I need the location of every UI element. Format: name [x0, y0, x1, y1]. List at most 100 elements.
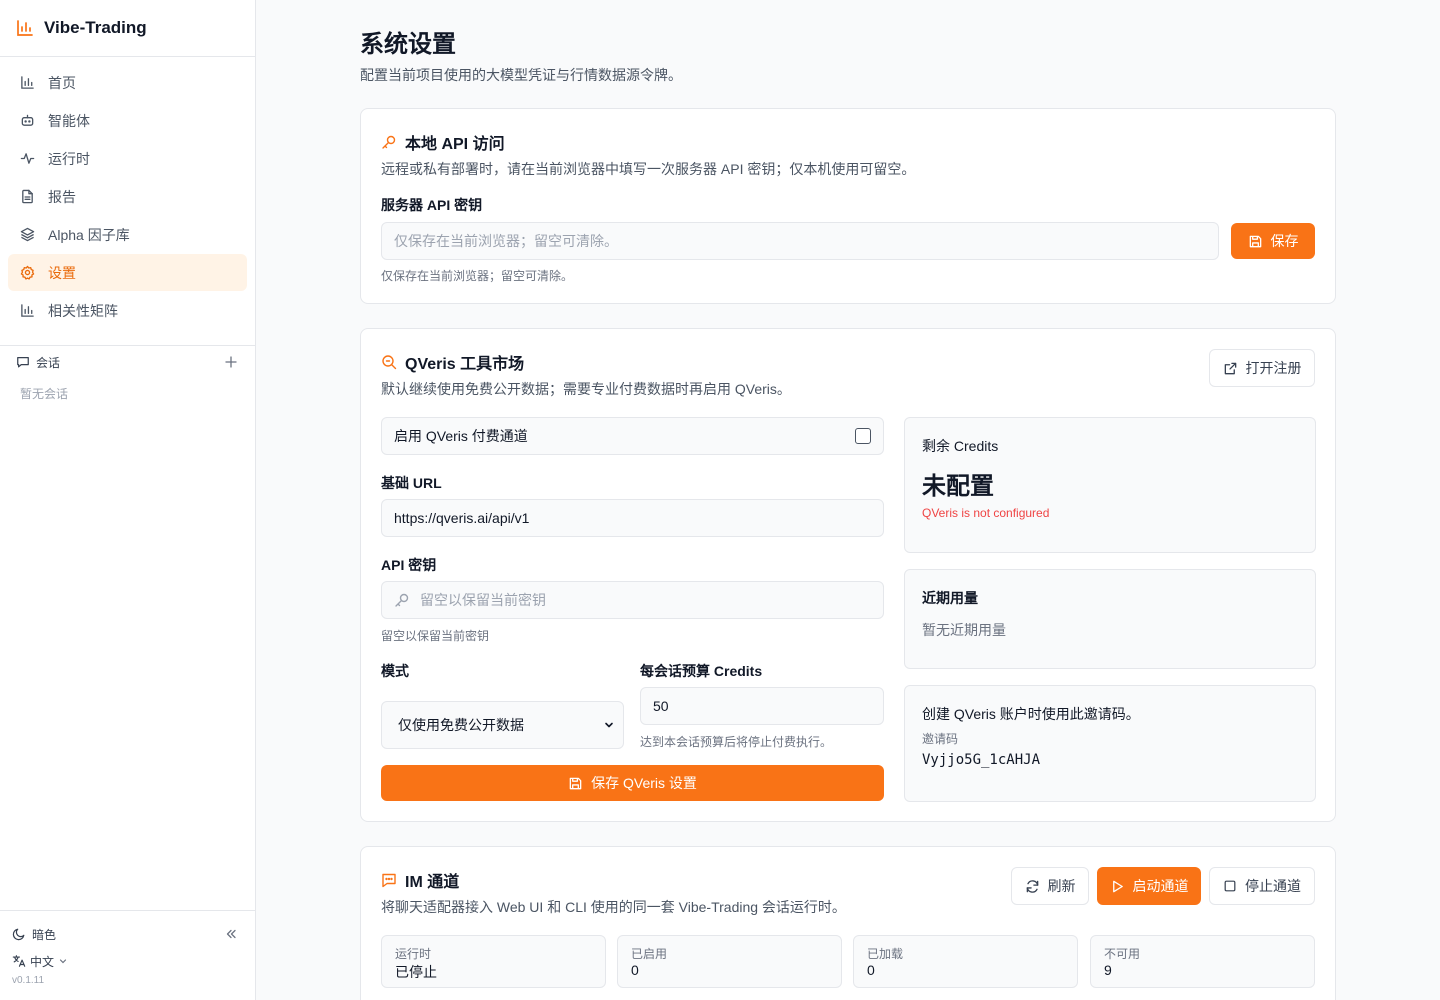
api-key-input[interactable]: 留空以保留当前密钥 [381, 581, 884, 619]
invite-code[interactable]: Vyjjo5G_1cAHJA [922, 752, 1040, 768]
sidebar-item-label: 首页 [48, 74, 76, 91]
refresh-button[interactable]: 刷新 [1011, 867, 1089, 905]
sidebar-item-label: Alpha 因子库 [48, 226, 130, 243]
message-icon [381, 872, 397, 888]
sidebar-item-label: 报告 [48, 188, 76, 205]
local-api-description: 远程或私有部署时，请在当前浏览器中填写一次服务器 API 密钥；仅本机使用可留空… [381, 161, 916, 177]
square-icon [1223, 879, 1237, 893]
start-channel-label: 启动通道 [1132, 878, 1189, 894]
message-square-icon [16, 355, 30, 369]
base-url-value: https://qveris.ai/api/v1 [394, 510, 530, 526]
usage-empty: 暂无近期用量 [922, 622, 1006, 638]
stat-label: 已启用 [631, 947, 668, 961]
sidebar-item-settings[interactable]: 设置 [8, 254, 247, 291]
key-icon [394, 592, 410, 608]
sidebar-nav: 首页 智能体 运行时 报告 Alpha 因子库 设置 相关性矩阵 [0, 57, 255, 337]
sidebar-item-home[interactable]: 首页 [8, 64, 247, 101]
save-qveris-button[interactable]: 保存 QVeris 设置 [381, 765, 884, 801]
open-register-label: 打开注册 [1245, 360, 1302, 376]
start-channel-button[interactable]: 启动通道 [1097, 867, 1201, 905]
brand[interactable]: Vibe-Trading [0, 0, 255, 57]
collapse-sidebar-button[interactable] [222, 925, 240, 943]
theme-toggle[interactable]: 暗色 [12, 925, 240, 943]
language-label: 中文 [30, 954, 55, 969]
language-select[interactable]: 中文 [12, 952, 68, 970]
budget-input[interactable]: 50 [640, 687, 884, 725]
save-icon [568, 776, 583, 791]
invite-panel: 创建 QVeris 账户时使用此邀请码。 邀请码 Vyjjo5G_1cAHJA [904, 685, 1316, 802]
app-version: v0.1.11 [12, 975, 45, 986]
conversations-label: 会话 [36, 355, 61, 370]
enable-qveris-checkbox[interactable] [855, 428, 871, 444]
main-content: 系统设置 配置当前项目使用的大模型凭证与行情数据源令牌。 本地 API 访问 远… [256, 0, 1440, 1000]
mode-select[interactable]: 仅使用免费公开数据 [381, 701, 624, 749]
stop-channel-label: 停止通道 [1245, 878, 1301, 894]
stat-enabled: 已启用 0 [617, 935, 842, 988]
invite-title: 创建 QVeris 账户时使用此邀请码。 [922, 706, 1140, 722]
enable-qveris-row[interactable]: 启用 QVeris 付费通道 [381, 417, 884, 455]
app-name: Vibe-Trading [44, 18, 147, 37]
layers-icon [20, 227, 35, 242]
stat-label: 不可用 [1104, 947, 1141, 961]
sidebar-item-agents[interactable]: 智能体 [8, 102, 247, 139]
qveris-description: 默认继续使用免费公开数据；需要专业付费数据时再启用 QVeris。 [381, 381, 791, 397]
sidebar-item-label: 运行时 [48, 150, 90, 167]
mode-label: 模式 [381, 663, 409, 679]
server-api-key-input[interactable]: 仅保存在当前浏览器；留空可清除。 [381, 222, 1219, 260]
sidebar-item-alpha[interactable]: Alpha 因子库 [8, 216, 247, 253]
stat-value: 已停止 [395, 964, 437, 980]
im-description: 将聊天适配器接入 Web UI 和 CLI 使用的同一套 Vibe-Tradin… [381, 899, 846, 915]
bar-chart-icon [20, 75, 35, 90]
im-title-text: IM 通道 [405, 874, 460, 891]
stat-runtime: 运行时 已停止 [381, 935, 606, 988]
credits-label: 剩余 Credits [922, 438, 999, 454]
local-api-card: 本地 API 访问 远程或私有部署时，请在当前浏览器中填写一次服务器 API 密… [360, 108, 1336, 304]
stop-channel-button[interactable]: 停止通道 [1209, 867, 1315, 905]
im-card: IM 通道 将聊天适配器接入 Web UI 和 CLI 使用的同一套 Vibe-… [360, 846, 1336, 1000]
budget-hint: 达到本会话预算后将停止付费执行。 [640, 735, 833, 749]
key-icon [381, 134, 397, 150]
page-subtitle: 配置当前项目使用的大模型凭证与行情数据源令牌。 [360, 67, 682, 83]
chevron-down-icon [603, 719, 615, 731]
chevron-down-icon [58, 956, 68, 966]
stat-value: 9 [1104, 962, 1112, 978]
server-api-key-hint: 仅保存在当前浏览器；留空可清除。 [381, 269, 574, 283]
sidebar-footer: 暗色 中文 v0.1.11 [0, 910, 255, 1000]
api-key-hint: 留空以保留当前密钥 [381, 629, 490, 643]
sidebar-item-correlation[interactable]: 相关性矩阵 [8, 292, 247, 329]
sidebar-item-label: 智能体 [48, 112, 90, 129]
base-url-label: 基础 URL [381, 475, 442, 491]
enable-qveris-label: 启用 QVeris 付费通道 [394, 428, 528, 444]
chevrons-left-icon [226, 929, 236, 939]
sidebar-item-runtime[interactable]: 运行时 [8, 140, 247, 177]
sidebar-item-label: 相关性矩阵 [48, 302, 118, 319]
sidebar-item-label: 设置 [48, 264, 76, 281]
sidebar-item-reports[interactable]: 报告 [8, 178, 247, 215]
sidebar: Vibe-Trading 首页 智能体 运行时 报告 Alpha 因子库 设置 [0, 0, 256, 1000]
save-qveris-label: 保存 QVeris 设置 [591, 775, 697, 791]
save-label: 保存 [1270, 233, 1299, 249]
stat-label: 已加载 [867, 947, 904, 961]
translate-icon [12, 954, 26, 968]
add-conversation-button[interactable] [222, 353, 240, 371]
bar-chart-icon [20, 303, 35, 318]
base-url-input[interactable]: https://qveris.ai/api/v1 [381, 499, 884, 537]
save-api-key-button[interactable]: 保存 [1231, 223, 1315, 259]
open-register-button[interactable]: 打开注册 [1209, 349, 1315, 387]
stat-value: 0 [631, 962, 639, 978]
bot-icon [20, 113, 35, 128]
page-title: 系统设置 [360, 31, 456, 58]
credits-panel: 剩余 Credits 未配置 QVeris is not configured [904, 417, 1316, 553]
refresh-label: 刷新 [1047, 878, 1076, 894]
refresh-icon [1025, 879, 1040, 894]
invite-label: 邀请码 [922, 732, 959, 746]
qveris-title-text: QVeris 工具市场 [405, 356, 525, 373]
conversations-empty: 暂无会话 [20, 387, 69, 401]
stat-unavailable: 不可用 9 [1090, 935, 1315, 988]
theme-label: 暗色 [32, 927, 57, 942]
credits-value: 未配置 [922, 473, 994, 500]
stat-loaded: 已加载 0 [853, 935, 1078, 988]
server-api-key-label: 服务器 API 密钥 [381, 197, 483, 213]
stat-label: 运行时 [395, 947, 432, 961]
api-key-placeholder: 留空以保留当前密钥 [420, 592, 546, 608]
